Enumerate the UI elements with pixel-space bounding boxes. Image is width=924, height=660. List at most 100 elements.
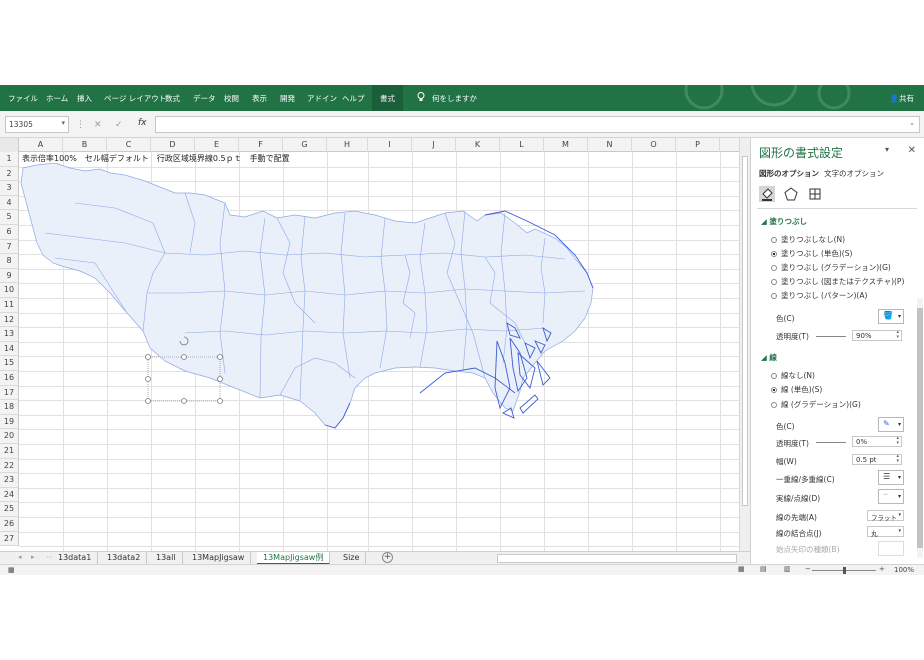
tab-home[interactable]: ホーム — [46, 93, 68, 104]
resize-handle[interactable] — [181, 398, 187, 404]
tab-page-layout[interactable]: ページ レイアウト — [104, 93, 166, 104]
tab-help[interactable]: ヘルプ — [342, 93, 365, 104]
tab-shape-options[interactable]: 図形のオプション — [759, 168, 819, 179]
row-header[interactable]: 27 — [0, 531, 19, 547]
expand-formula-icon[interactable]: ⌄ — [909, 119, 915, 127]
column-header[interactable]: G — [283, 138, 327, 152]
column-header[interactable]: A — [19, 138, 63, 152]
column-header[interactable]: L — [500, 138, 544, 152]
column-header[interactable]: P — [676, 138, 720, 152]
resize-handle[interactable] — [217, 398, 223, 404]
spinner-arrows-icon[interactable]: ▴ ▾ — [896, 330, 899, 340]
tab-addins[interactable]: アドイン — [307, 93, 337, 104]
vertical-scroll-thumb[interactable] — [742, 156, 748, 506]
pane-scroll-thumb[interactable] — [917, 308, 923, 548]
tab-data[interactable]: データ — [193, 93, 216, 104]
close-icon[interactable]: ✕ — [908, 145, 916, 156]
join-type-select[interactable]: 丸 ▾ — [867, 526, 904, 538]
row-header[interactable]: 22 — [0, 458, 19, 474]
formula-input[interactable]: ⌄ — [155, 116, 920, 133]
column-header[interactable]: I — [368, 138, 412, 152]
dash-type-button[interactable]: ┄ ▾ — [878, 489, 904, 504]
line-section-header[interactable]: ◢ 線 — [761, 352, 777, 363]
name-box[interactable]: 13305 ▾ — [5, 116, 69, 133]
line-transparency-input[interactable]: 0% ▴ ▾ — [852, 436, 902, 447]
resize-handle[interactable] — [217, 376, 223, 382]
line-option-none[interactable]: 線なし(N) — [771, 370, 815, 381]
spinner-arrows-icon[interactable]: ▴ ▾ — [896, 454, 899, 464]
zoom-in-icon[interactable]: + — [879, 565, 885, 573]
row-header[interactable]: 24 — [0, 487, 19, 503]
radio-icon[interactable] — [771, 237, 777, 243]
enter-icon[interactable]: ✓ — [115, 120, 123, 130]
tab-formulas[interactable]: 数式 — [165, 93, 180, 104]
chevron-down-icon[interactable]: ▾ — [61, 119, 65, 127]
cancel-icon[interactable]: ✕ — [94, 120, 102, 130]
column-header[interactable]: J — [412, 138, 456, 152]
tab-developer[interactable]: 開発 — [280, 93, 295, 104]
column-header[interactable]: N — [588, 138, 632, 152]
tab-text-options[interactable]: 文字のオプション — [824, 168, 884, 179]
fill-option-solid[interactable]: 塗りつぶし (単色)(S) — [771, 248, 852, 259]
column-header[interactable]: M — [544, 138, 588, 152]
column-header[interactable]: K — [456, 138, 500, 152]
tab-file[interactable]: ファイル — [8, 93, 38, 104]
normal-view-icon[interactable]: ▦ — [738, 565, 745, 573]
fill-option-none[interactable]: 塗りつぶしなし(N) — [771, 234, 845, 245]
horizontal-scrollbar[interactable] — [497, 554, 737, 563]
resize-handle[interactable] — [145, 354, 151, 360]
fill-section-header[interactable]: ◢ 塗りつぶし — [761, 216, 807, 227]
radio-icon[interactable] — [771, 265, 777, 271]
pane-scrollbar[interactable] — [917, 298, 923, 558]
radio-icon[interactable] — [771, 279, 777, 285]
begin-arrow-button[interactable] — [878, 541, 904, 556]
tab-insert[interactable]: 挿入 — [77, 93, 92, 104]
tab-review[interactable]: 校閲 — [224, 93, 239, 104]
resize-handle[interactable] — [181, 354, 187, 360]
resize-handle[interactable] — [145, 398, 151, 404]
row-header[interactable]: 25 — [0, 502, 19, 517]
tell-me-search[interactable]: 何をしますか — [432, 93, 477, 104]
column-header[interactable]: H — [327, 138, 368, 152]
size-properties-icon[interactable] — [807, 186, 823, 202]
resize-handle[interactable] — [217, 354, 223, 360]
column-header[interactable]: B — [63, 138, 107, 152]
tab-format[interactable]: 書式 — [372, 85, 403, 111]
column-header[interactable]: D — [151, 138, 195, 152]
line-option-gradient[interactable]: 線 (グラデーション)(G) — [771, 399, 861, 410]
macro-record-icon[interactable]: ▦ — [8, 566, 15, 574]
fill-color-button[interactable]: 🪣 ▾ — [878, 309, 904, 324]
worksheet-grid[interactable]: ABCDEFGHIJKLMNOP 1 2 3 4 5 6 7 8 9 10 11 12 13 14 15 16… — [0, 138, 750, 551]
radio-icon[interactable] — [771, 293, 777, 299]
column-header[interactable]: E — [195, 138, 239, 152]
column-header[interactable]: O — [632, 138, 676, 152]
fill-transparency-input[interactable]: 90% ▴ ▾ — [852, 330, 902, 341]
fill-option-gradient[interactable]: 塗りつぶし (グラデーション)(G) — [771, 262, 891, 273]
pane-options-icon[interactable]: ▾ — [885, 145, 889, 154]
resize-handle[interactable] — [145, 376, 151, 382]
row-header[interactable]: 26 — [0, 517, 19, 532]
column-header[interactable]: C — [107, 138, 151, 152]
fill-option-pattern[interactable]: 塗りつぶし (パターン)(A) — [771, 290, 867, 301]
tab-view[interactable]: 表示 — [252, 93, 267, 104]
zoom-out-icon[interactable]: − — [805, 565, 811, 573]
select-all-corner[interactable] — [0, 138, 19, 152]
row-header[interactable]: 23 — [0, 473, 19, 488]
vertical-scrollbar[interactable] — [739, 138, 750, 551]
next-sheet-icon[interactable]: ▸ — [31, 553, 35, 561]
fill-transparency-slider[interactable] — [816, 336, 846, 337]
prev-sheet-icon[interactable]: ◂ — [18, 553, 22, 561]
radio-icon[interactable] — [771, 373, 777, 379]
line-option-solid[interactable]: 線 (単色)(S) — [771, 384, 822, 395]
spinner-arrows-icon[interactable]: ▴ ▾ — [896, 436, 899, 446]
tokyo-map-shapes[interactable] — [15, 163, 605, 453]
column-header[interactable]: F — [239, 138, 283, 152]
cap-type-select[interactable]: フラット ▾ — [867, 510, 904, 522]
add-sheet-icon[interactable]: + — [382, 552, 393, 563]
radio-selected-icon[interactable] — [771, 251, 777, 257]
fill-option-picture[interactable]: 塗りつぶし (図またはテクスチャ)(P) — [771, 276, 904, 287]
fill-line-icon[interactable] — [759, 186, 775, 202]
zoom-slider-knob[interactable] — [843, 567, 846, 574]
line-color-button[interactable]: ✎ ▾ — [878, 417, 904, 432]
line-width-input[interactable]: 0.5 pt ▴ ▾ — [852, 454, 902, 465]
